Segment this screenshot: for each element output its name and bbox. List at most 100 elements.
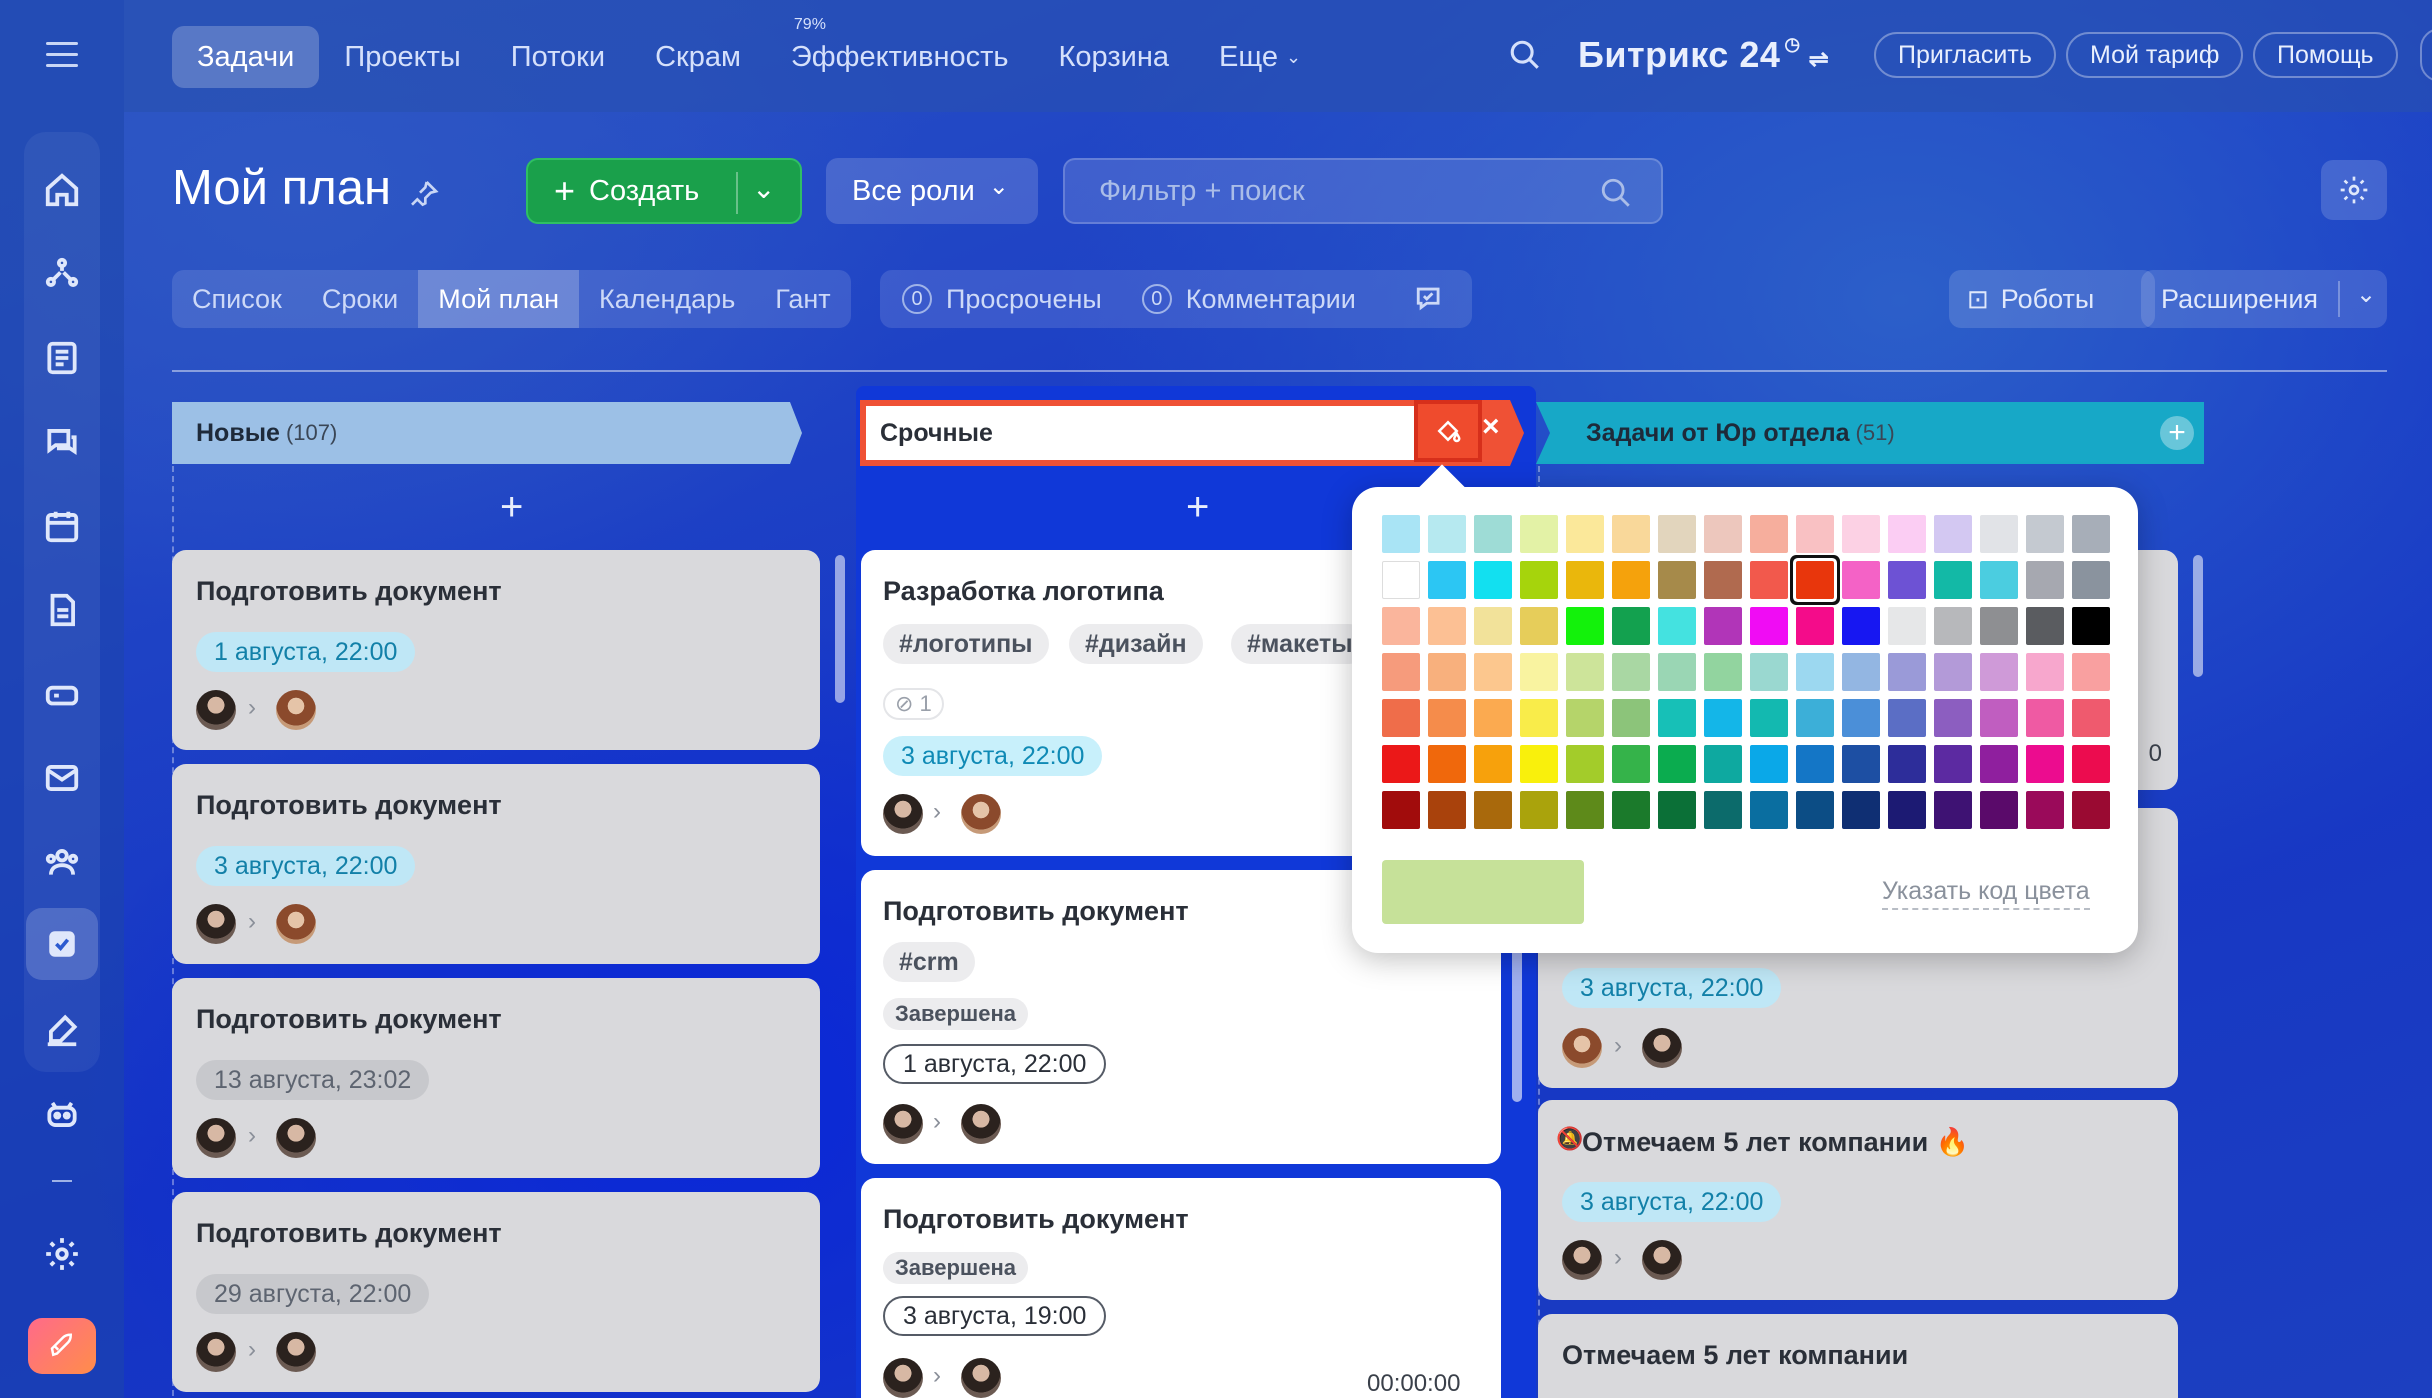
settings-button[interactable] bbox=[2321, 160, 2387, 220]
color-swatch[interactable] bbox=[1428, 561, 1466, 599]
color-swatch[interactable] bbox=[1796, 515, 1834, 553]
task-card[interactable]: Подготовить документ 3 августа, 22:00 › bbox=[172, 764, 820, 964]
stage-title-input[interactable] bbox=[866, 406, 1414, 460]
avatar[interactable] bbox=[961, 1104, 1001, 1144]
color-swatch[interactable] bbox=[1888, 745, 1926, 783]
color-swatch[interactable] bbox=[1566, 561, 1604, 599]
color-swatch[interactable] bbox=[1704, 791, 1742, 829]
help-button[interactable]: Помощь bbox=[2253, 32, 2398, 78]
color-swatch[interactable] bbox=[1520, 653, 1558, 691]
comments-filter[interactable]: Комментарии bbox=[1186, 284, 1356, 315]
color-swatch[interactable] bbox=[1382, 791, 1420, 829]
brand-logo[interactable]: Битрикс 24 ◷ ⇌ bbox=[1578, 34, 1829, 76]
tasks-icon[interactable] bbox=[26, 908, 98, 980]
deadline-badge[interactable]: 1 августа, 22:00 bbox=[196, 632, 416, 672]
task-card[interactable]: Подготовить документ 29 августа, 22:00 › bbox=[172, 1192, 820, 1392]
color-swatch[interactable] bbox=[2072, 699, 2110, 737]
settings-icon[interactable] bbox=[38, 1230, 86, 1278]
attachments-badge[interactable]: ⊘ 1 bbox=[883, 688, 944, 720]
avatar[interactable] bbox=[196, 904, 236, 944]
avatar[interactable] bbox=[276, 1332, 316, 1372]
color-swatch[interactable] bbox=[1520, 699, 1558, 737]
color-swatch[interactable] bbox=[1520, 607, 1558, 645]
color-swatch[interactable] bbox=[2026, 745, 2064, 783]
color-swatch[interactable] bbox=[1796, 607, 1834, 645]
column-scrollbar[interactable] bbox=[835, 555, 845, 703]
task-card[interactable]: Отмечаем 5 лет компании bbox=[1538, 1314, 2178, 1398]
color-swatch[interactable] bbox=[1980, 607, 2018, 645]
color-swatch[interactable] bbox=[1888, 699, 1926, 737]
deadline-badge[interactable]: 3 августа, 19:00 bbox=[883, 1296, 1107, 1336]
color-swatch[interactable] bbox=[2026, 699, 2064, 737]
color-swatch[interactable] bbox=[2026, 561, 2064, 599]
task-card[interactable]: Подготовить документ 13 августа, 23:02 › bbox=[172, 978, 820, 1178]
task-card[interactable]: Подготовить документ Завершена 3 августа… bbox=[861, 1178, 1501, 1398]
employees-icon[interactable] bbox=[38, 838, 86, 886]
color-swatch[interactable] bbox=[1980, 653, 2018, 691]
deadline-badge[interactable]: 13 августа, 23:02 bbox=[196, 1060, 430, 1100]
color-swatch[interactable] bbox=[1520, 515, 1558, 553]
color-swatch[interactable] bbox=[1796, 653, 1834, 691]
color-swatch[interactable] bbox=[1612, 607, 1650, 645]
color-swatch[interactable] bbox=[1382, 653, 1420, 691]
color-swatch[interactable] bbox=[1796, 561, 1834, 599]
tab-list[interactable]: Список bbox=[172, 270, 302, 328]
color-swatch[interactable] bbox=[1934, 607, 1972, 645]
color-swatch[interactable] bbox=[1980, 791, 2018, 829]
color-swatch[interactable] bbox=[1612, 561, 1650, 599]
color-swatch[interactable] bbox=[2026, 607, 2064, 645]
add-task-button[interactable]: + bbox=[1186, 485, 1209, 530]
column-scrollbar[interactable] bbox=[1512, 930, 1522, 1102]
color-swatch[interactable] bbox=[2072, 653, 2110, 691]
color-swatch[interactable] bbox=[1750, 515, 1788, 553]
color-swatch[interactable] bbox=[1382, 561, 1420, 599]
rocket-icon[interactable] bbox=[28, 1318, 96, 1374]
color-swatch[interactable] bbox=[2072, 515, 2110, 553]
chevron-down-icon[interactable]: ⌄ bbox=[2356, 280, 2376, 309]
color-swatch[interactable] bbox=[1980, 561, 2018, 599]
color-swatch[interactable] bbox=[2072, 607, 2110, 645]
deadline-badge[interactable]: 29 августа, 22:00 bbox=[196, 1274, 430, 1314]
custom-color-link[interactable]: Указать код цвета bbox=[1882, 877, 2090, 910]
deadline-badge[interactable]: 3 августа, 22:00 bbox=[196, 846, 416, 886]
avatar[interactable] bbox=[1642, 1028, 1682, 1068]
search-icon[interactable] bbox=[1508, 38, 1542, 77]
nav-tasks[interactable]: Задачи bbox=[172, 26, 320, 88]
close-icon[interactable]: × bbox=[1482, 410, 1500, 444]
avatar[interactable] bbox=[883, 1104, 923, 1144]
color-swatch[interactable] bbox=[1842, 561, 1880, 599]
avatar[interactable] bbox=[961, 1358, 1001, 1398]
color-swatch[interactable] bbox=[1750, 653, 1788, 691]
copilot-icon[interactable] bbox=[38, 1090, 86, 1138]
color-swatch[interactable] bbox=[1566, 791, 1604, 829]
color-swatch[interactable] bbox=[1382, 745, 1420, 783]
news-icon[interactable] bbox=[38, 334, 86, 382]
mail-icon[interactable] bbox=[38, 754, 86, 802]
color-swatch[interactable] bbox=[1704, 515, 1742, 553]
color-swatch[interactable] bbox=[1566, 653, 1604, 691]
color-swatch[interactable] bbox=[1382, 607, 1420, 645]
avatar[interactable] bbox=[883, 794, 923, 834]
color-swatch[interactable] bbox=[1934, 653, 1972, 691]
color-swatch[interactable] bbox=[1934, 745, 1972, 783]
drive-icon[interactable] bbox=[38, 670, 86, 718]
color-swatch[interactable] bbox=[1796, 791, 1834, 829]
color-swatch[interactable] bbox=[2026, 653, 2064, 691]
time-tracker[interactable]: 00:00:00 bbox=[1367, 1370, 1460, 1398]
color-swatch[interactable] bbox=[1612, 653, 1650, 691]
color-swatch[interactable] bbox=[1474, 515, 1512, 553]
add-task-button[interactable]: + bbox=[500, 485, 523, 530]
color-swatch[interactable] bbox=[1428, 791, 1466, 829]
color-swatch[interactable] bbox=[1704, 653, 1742, 691]
color-swatch[interactable] bbox=[1658, 699, 1696, 737]
task-card[interactable]: 🔕 Отмечаем 5 лет компании 🔥 3 августа, 2… bbox=[1538, 1100, 2178, 1300]
stage-header-new[interactable]: Новые (107) bbox=[172, 402, 802, 464]
overdue-filter[interactable]: Просрочены bbox=[946, 284, 1102, 315]
column-scrollbar[interactable] bbox=[2193, 555, 2203, 677]
extensions-button[interactable]: Расширения ⌄ bbox=[2141, 270, 2387, 328]
color-swatch[interactable] bbox=[1888, 561, 1926, 599]
color-swatch[interactable] bbox=[1612, 745, 1650, 783]
color-swatch[interactable] bbox=[1750, 745, 1788, 783]
search-icon[interactable] bbox=[1599, 176, 1633, 210]
deadline-badge[interactable]: 1 августа, 22:00 bbox=[883, 1044, 1107, 1084]
